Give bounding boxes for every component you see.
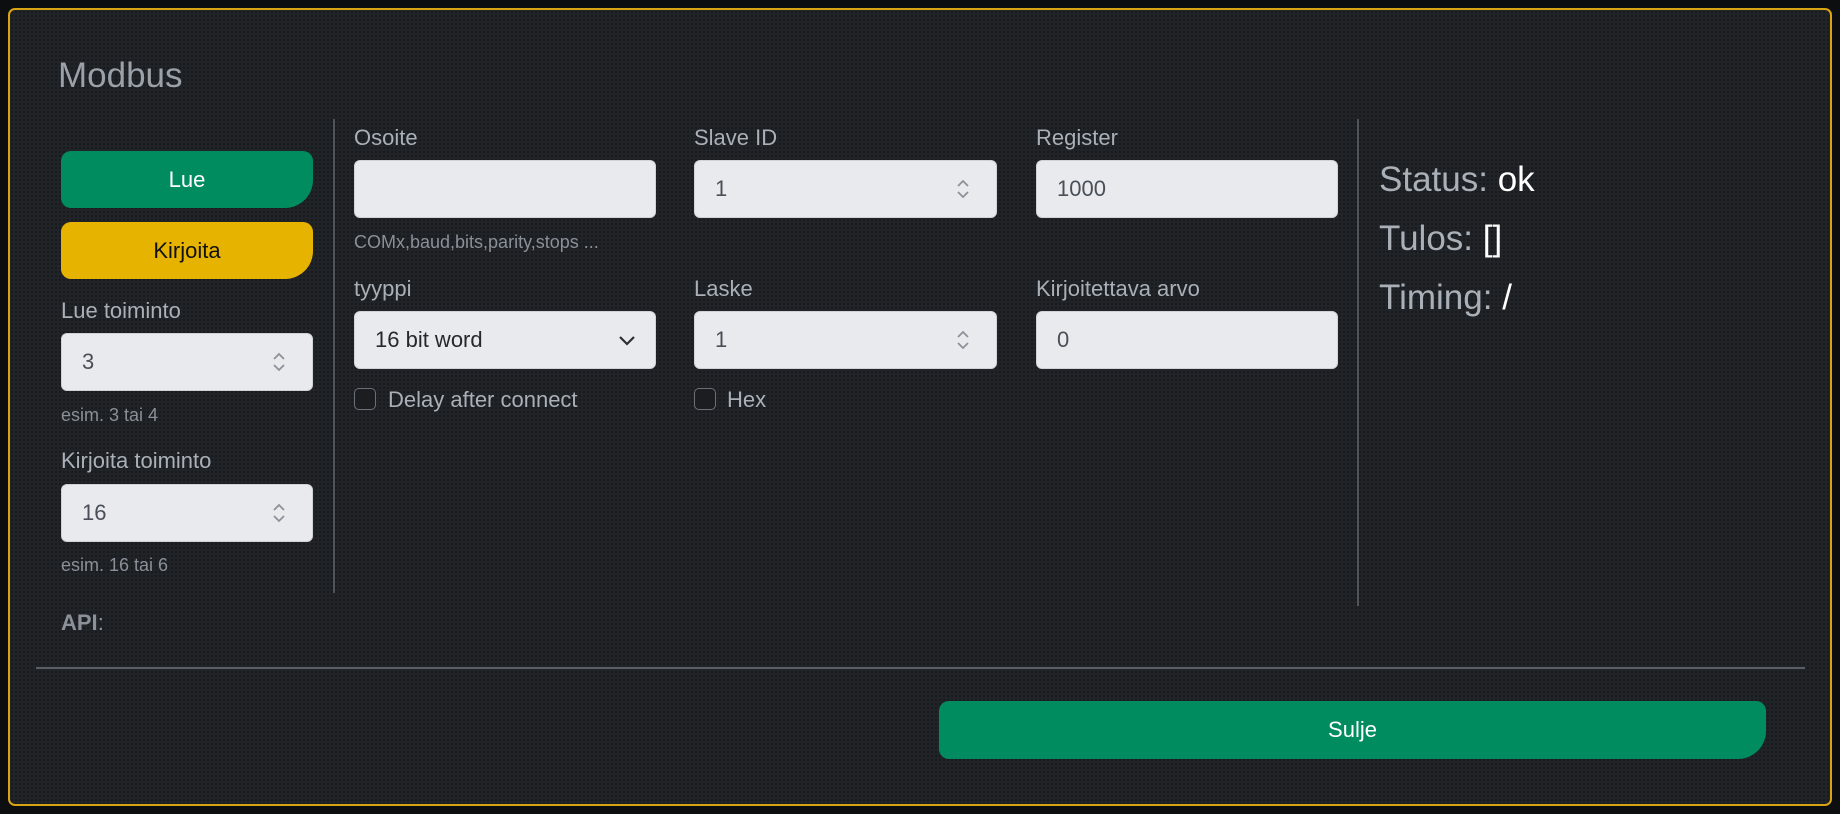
spinner-icon[interactable] [270, 349, 288, 375]
type-selected-value: 16 bit word [375, 327, 483, 352]
hex-checkbox[interactable] [694, 388, 716, 410]
address-hint: COMx,baud,bits,parity,stops ... [354, 232, 599, 252]
api-line: API: [61, 610, 104, 636]
write-value-input[interactable] [1036, 311, 1338, 369]
slave-id-input[interactable] [694, 160, 997, 218]
spinner-icon[interactable] [270, 500, 288, 526]
count-input[interactable] [694, 311, 997, 369]
status-label: Status: [1379, 160, 1488, 199]
write-button[interactable]: Kirjoita [61, 222, 313, 279]
result-line: Tulos: [] [1379, 219, 1502, 259]
result-value: [] [1482, 219, 1503, 258]
count-label: Laske [694, 276, 753, 301]
api-colon: : [97, 610, 104, 635]
column-divider-right [1357, 119, 1359, 606]
chevron-down-icon [619, 336, 635, 346]
status-line: Status: ok [1379, 160, 1535, 200]
spinner-icon[interactable] [954, 176, 972, 202]
status-value: ok [1497, 160, 1535, 199]
write-function-input[interactable] [61, 484, 313, 542]
register-value[interactable] [1057, 176, 1337, 202]
write-function-label: Kirjoita toiminto [61, 448, 212, 473]
footer-divider [36, 667, 1805, 669]
delay-after-connect-checkbox[interactable] [354, 388, 376, 410]
timing-value: / [1502, 278, 1512, 317]
close-button[interactable]: Sulje [939, 701, 1766, 759]
write-value-label: Kirjoitettava arvo [1036, 276, 1200, 301]
api-label: API [61, 610, 98, 635]
column-divider-left [333, 119, 335, 593]
read-function-hint: esim. 3 tai 4 [61, 405, 159, 425]
address-label: Osoite [354, 125, 418, 150]
delay-after-connect-label[interactable]: Delay after connect [388, 387, 578, 413]
write-function-hint: esim. 16 tai 6 [61, 555, 169, 575]
timing-label: Timing: [1379, 278, 1493, 317]
modbus-dialog [8, 8, 1832, 806]
read-function-label: Lue toiminto [61, 298, 181, 323]
address-input[interactable] [354, 160, 656, 218]
read-button[interactable]: Lue [61, 151, 313, 208]
hex-label[interactable]: Hex [727, 387, 766, 413]
register-label: Register [1036, 125, 1118, 150]
type-label: tyyppi [354, 276, 412, 301]
spinner-icon[interactable] [954, 327, 972, 353]
dialog-title: Modbus [58, 56, 183, 95]
read-function-input[interactable] [61, 333, 313, 391]
timing-line: Timing: / [1379, 278, 1512, 318]
address-value[interactable] [375, 176, 655, 202]
slave-id-label: Slave ID [694, 125, 778, 150]
write-value-value[interactable] [1057, 327, 1337, 353]
register-input[interactable] [1036, 160, 1338, 218]
result-label: Tulos: [1379, 219, 1474, 258]
type-select[interactable]: 16 bit word [354, 311, 656, 369]
